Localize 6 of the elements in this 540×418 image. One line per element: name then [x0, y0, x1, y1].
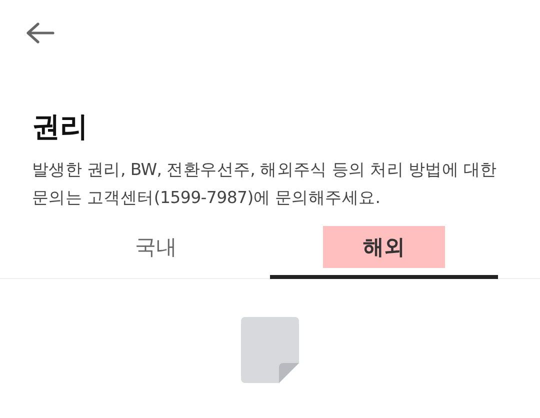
back-icon[interactable]: [24, 21, 56, 45]
tab[interactable]: 국내: [42, 219, 270, 279]
tab[interactable]: 해외: [270, 219, 498, 279]
description-text: 발생한 권리, BW, 전환우선주, 해외주식 등의 처리 방법에 대한 문의는 고객센터(1599-7987)에 문의해주세요.: [32, 159, 498, 209]
page-title: 권리: [32, 110, 89, 144]
document-icon: [241, 317, 299, 383]
